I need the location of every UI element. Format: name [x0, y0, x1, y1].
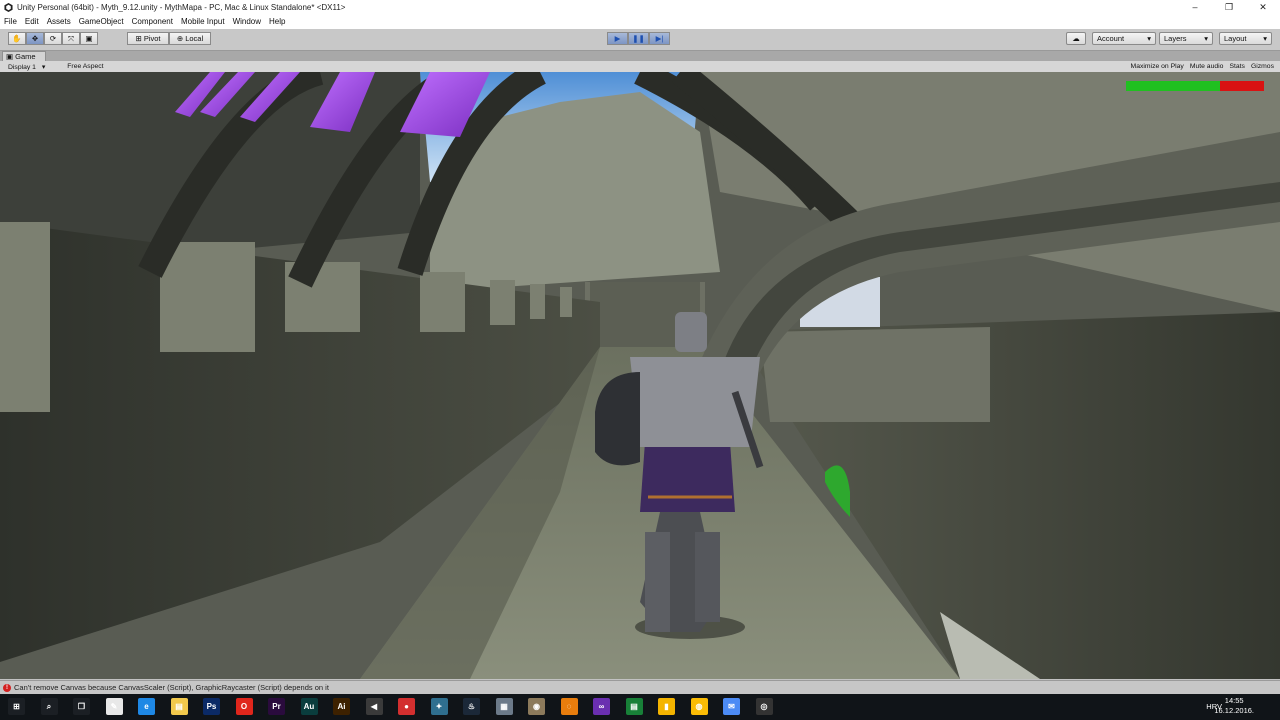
menu-file[interactable]: File [4, 17, 17, 26]
console-status-bar[interactable]: ! Can't remove Canvas because CanvasScal… [0, 680, 1280, 694]
task-view-icon[interactable]: ❐ [73, 698, 90, 715]
aspect-dropdown[interactable]: Free Aspect [63, 63, 107, 71]
stats-toggle[interactable]: Stats [1229, 63, 1245, 70]
minimize-button[interactable]: – [1178, 0, 1212, 14]
cloud-icon: ☁ [1072, 34, 1080, 43]
play-button[interactable]: ▶ [607, 32, 628, 45]
chevron-down-icon: ▾ [1204, 34, 1208, 43]
sheets-icon[interactable]: ▤ [625, 698, 643, 715]
clock-time: 14:55 [1224, 696, 1244, 705]
gizmos-dropdown[interactable]: Gizmos [1251, 63, 1274, 70]
tab-game[interactable]: ▣ Game [2, 51, 46, 61]
premiere-icon[interactable]: Pr [268, 698, 285, 715]
opera-icon[interactable]: O [235, 698, 253, 715]
aspect-label: Free Aspect [67, 62, 104, 70]
menu-assets[interactable]: Assets [47, 17, 71, 26]
maximize-on-play-toggle[interactable]: Maximize on Play [1131, 63, 1184, 70]
tab-game-label: Game [15, 52, 36, 61]
unity-app-icon [3, 2, 13, 12]
transform-tools: ✋ ✥ ⟳ ⤧ ▣ [8, 32, 98, 45]
local-button[interactable]: ⊕ Local [169, 32, 211, 45]
step-button[interactable]: ▶| [649, 32, 670, 45]
gimp-icon[interactable]: ◉ [528, 698, 545, 715]
rotate-tool-button[interactable]: ⟳ [44, 32, 62, 45]
chevron-down-icon: ▾ [1263, 34, 1267, 43]
photoshop-icon[interactable]: Ps [203, 698, 220, 715]
chevron-down-icon: ▾ [1147, 34, 1151, 43]
pivot-label: Pivot [143, 34, 161, 43]
scale-tool-button[interactable]: ⤧ [62, 32, 80, 45]
unity-icon[interactable]: ◀ [365, 698, 383, 715]
close-button[interactable]: ✕ [1246, 0, 1280, 14]
health-bar-fill [1126, 81, 1220, 91]
pause-icon: ❚❚ [632, 34, 645, 43]
window-title: Unity Personal (64bit) - Myth_9.12.unity… [17, 2, 346, 12]
menu-gameobject[interactable]: GameObject [79, 17, 124, 26]
pivot-icon: ⊞ [135, 34, 142, 43]
cloud-button[interactable]: ☁ [1066, 32, 1086, 45]
illustrator-icon[interactable]: Ai [333, 698, 350, 715]
menu-component[interactable]: Component [132, 17, 173, 26]
health-bar [1126, 81, 1264, 91]
calculator-icon[interactable]: ▦ [495, 698, 513, 715]
move-tool-button[interactable]: ✥ [26, 32, 44, 45]
pivot-toggles: ⊞ Pivot ⊕ Local [127, 32, 211, 45]
play-icon: ▶ [614, 34, 621, 43]
menu-bar: File Edit Assets GameObject Component Mo… [0, 14, 1280, 29]
rotate-icon: ⟳ [49, 34, 57, 43]
chrome-icon[interactable]: ◍ [690, 698, 708, 715]
main-toolbar: ✋ ✥ ⟳ ⤧ ▣ ⊞ Pivot ⊕ Local ▶ ❚❚ ▶| ☁ Acco… [0, 29, 1280, 51]
account-dropdown[interactable]: Account ▾ [1092, 32, 1156, 45]
audition-icon[interactable]: Au [300, 698, 318, 715]
account-label: Account [1097, 34, 1125, 43]
play-controls: ▶ ❚❚ ▶| [607, 32, 670, 45]
clock-date: 16.12.2016. [1214, 706, 1254, 715]
layers-dropdown[interactable]: Layers ▾ [1159, 32, 1213, 45]
layers-label: Layers [1164, 34, 1187, 43]
game-viewport[interactable] [0, 72, 1280, 679]
game-tab-icon: ▣ [6, 52, 16, 61]
scale-icon: ⤧ [68, 33, 74, 43]
display-dropdown[interactable]: Display 1 ▾ [4, 63, 45, 71]
rect-icon: ▣ [85, 34, 93, 43]
globe-icon: ⊕ [176, 34, 184, 43]
layout-dropdown[interactable]: Layout ▾ [1219, 32, 1272, 45]
pivot-button[interactable]: ⊞ Pivot [127, 32, 169, 45]
mute-audio-toggle[interactable]: Mute audio [1190, 63, 1224, 70]
start-icon[interactable]: ⊞ [8, 698, 25, 715]
menu-mobile-input[interactable]: Mobile Input [181, 17, 225, 26]
menu-window[interactable]: Window [233, 17, 261, 26]
system-clock[interactable]: 14:55 16.12.2016. [1214, 696, 1254, 716]
search-icon[interactable]: ⌕ [40, 698, 58, 715]
steam-icon[interactable]: ♨ [463, 698, 480, 715]
layout-label: Layout [1224, 34, 1247, 43]
chat-icon[interactable]: ✉ [723, 698, 740, 715]
error-icon: ! [3, 683, 11, 692]
notes-icon[interactable]: ▮ [658, 698, 675, 715]
hand-tool-button[interactable]: ✋ [8, 32, 26, 45]
maximize-button[interactable]: ❐ [1212, 0, 1246, 14]
menu-edit[interactable]: Edit [25, 17, 39, 26]
blender-like-icon[interactable]: ✦ [430, 698, 448, 715]
blender-icon[interactable]: ◌ [560, 698, 578, 715]
recorder-icon[interactable]: ● [398, 698, 415, 715]
move-arrows-icon: ✥ [31, 34, 39, 43]
hand-icon: ✋ [12, 34, 22, 43]
visual-studio-icon[interactable]: ∞ [593, 698, 610, 715]
game-tab-strip: ▣ Game [0, 51, 1280, 61]
edge-icon[interactable]: e [138, 698, 155, 715]
local-label: Local [185, 34, 204, 43]
castle-scene-image [0, 72, 1280, 679]
notepad-icon[interactable]: ✎ [105, 698, 123, 715]
console-message: Can't remove Canvas because CanvasScaler… [14, 683, 329, 692]
windows-taskbar: ⊞ ⌕ ❐ ✎ e ▤ Ps O Pr Au Ai ◀ ● ✦ ♨ ▦ ◉ ◌ ∞ ▤ ▮ ◍ ✉ ◎ HRV 14:55 1… [0, 694, 1280, 720]
pause-button[interactable]: ❚❚ [628, 32, 649, 45]
rect-tool-button[interactable]: ▣ [80, 32, 98, 45]
file-explorer-icon[interactable]: ▤ [170, 698, 188, 715]
step-icon: ▶| [655, 34, 664, 43]
window-titlebar: Unity Personal (64bit) - Myth_9.12.unity… [0, 0, 1280, 14]
menu-help[interactable]: Help [269, 17, 285, 26]
display-label: Display 1 [8, 63, 36, 71]
obs-icon[interactable]: ◎ [755, 698, 773, 715]
